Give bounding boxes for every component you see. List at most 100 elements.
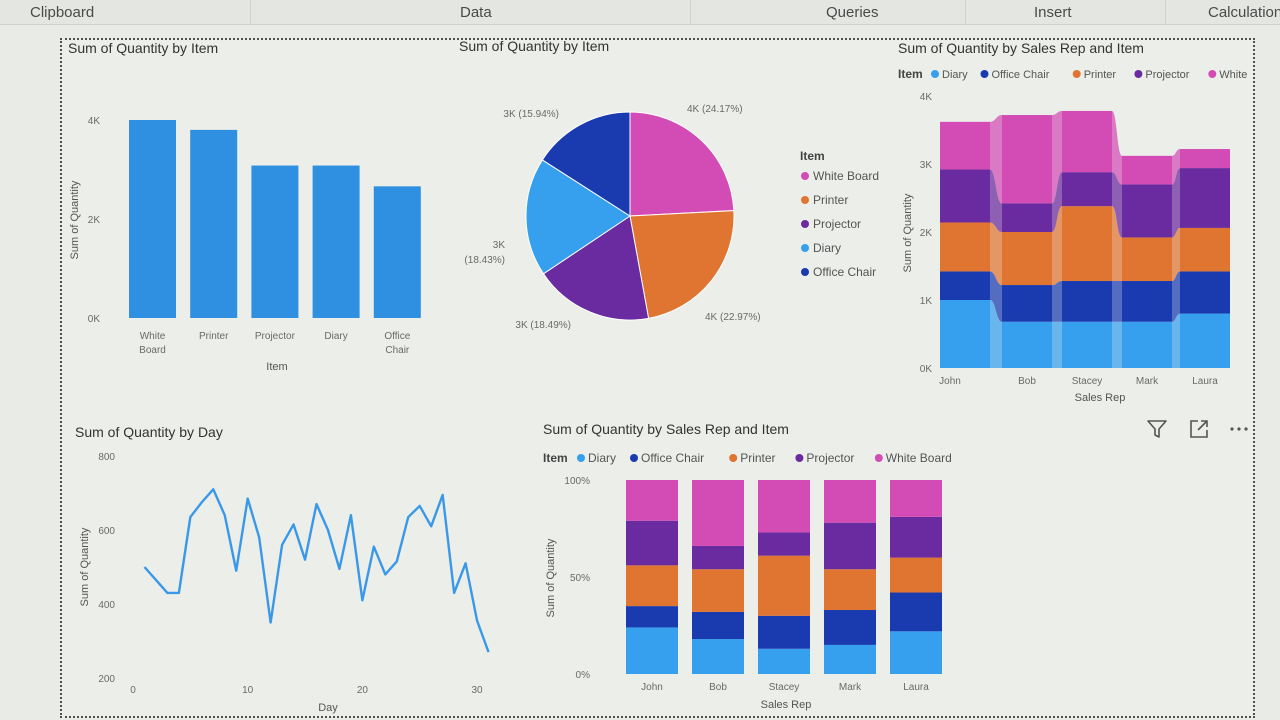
x-tick-label: Stacey xyxy=(1072,376,1103,387)
x-axis-label: Sales Rep xyxy=(761,699,812,711)
ribbon-segment xyxy=(1002,203,1052,232)
stacked-segment xyxy=(890,557,942,593)
pie-chart-visual[interactable]: Sum of Quantity by Item 4K (24.17%) 4K (2… xyxy=(455,38,890,358)
legend-item: Office Chair xyxy=(813,265,876,279)
stacked-segment xyxy=(890,480,942,517)
bar xyxy=(251,165,299,318)
more-options-icon[interactable] xyxy=(1228,418,1250,440)
legend-item: Diary xyxy=(588,451,616,465)
stacked-segment xyxy=(626,520,678,566)
x-tick-label: Laura xyxy=(903,682,929,693)
stacked-chart-svg: 0% 50% 100% Sum of Quantity Item Diary Office … xyxy=(543,451,952,711)
pie-data-label: 3K (15.94%) xyxy=(503,109,559,120)
y-tick-label: 200 xyxy=(98,674,115,685)
stacked-segment xyxy=(692,545,744,570)
line-series xyxy=(143,488,490,653)
stacked-segment xyxy=(692,611,744,640)
y-axis-label: Sum of Quantity xyxy=(69,180,81,259)
ribbon-segment xyxy=(1122,280,1172,322)
ribbon-segment xyxy=(940,271,990,300)
stacked-segment xyxy=(758,648,810,674)
y-tick-label: 3K xyxy=(920,160,933,171)
y-tick-label: 4K xyxy=(920,92,933,103)
y-tick-label: 50% xyxy=(570,573,590,584)
stacked-segment xyxy=(824,480,876,523)
stacked-segment xyxy=(692,569,744,612)
legend-marker xyxy=(1072,70,1081,78)
ribbon-chart-visual[interactable]: Sum of Quantity by Sales Rep and Item 0K… xyxy=(895,38,1250,410)
x-tick-label: John xyxy=(641,682,663,693)
pie-data-label: (18.43%) xyxy=(464,255,505,266)
bar xyxy=(312,165,360,318)
legend-marker xyxy=(729,454,738,462)
legend-item: Office Chair xyxy=(992,69,1050,81)
legend-item: Diary xyxy=(813,241,841,255)
y-tick-label: 2K xyxy=(88,215,101,226)
x-tick-label: White xyxy=(140,331,166,342)
legend-marker xyxy=(931,70,939,78)
legend-item: White Bo... xyxy=(1219,69,1250,81)
y-tick-label: 800 xyxy=(98,452,115,463)
y-tick-label: 0% xyxy=(576,670,591,681)
bar xyxy=(373,186,421,318)
focus-mode-icon[interactable] xyxy=(1188,418,1210,440)
y-axis-label: Sum of Quantity xyxy=(902,193,914,272)
ribbon-segment xyxy=(1180,168,1230,228)
ribbon-group-calculation[interactable]: Calculation xyxy=(1208,4,1280,21)
stacked-segment xyxy=(890,592,942,632)
ribbon-group-data[interactable]: Data xyxy=(460,4,492,21)
legend-marker xyxy=(801,268,809,276)
bar-chart-svg: 0K 2K 4K Sum of Quantity White Board Printer Pr… xyxy=(69,116,421,373)
ribbon-connector xyxy=(1172,313,1180,368)
y-axis-label: Sum of Quantity xyxy=(545,538,557,617)
line-chart-visual[interactable]: Sum of Quantity by Day 200 400 600 800 0 10 20… xyxy=(70,422,490,718)
legend-item: Diary xyxy=(942,69,968,81)
stacked-segment xyxy=(626,606,678,628)
ribbon-segment xyxy=(1062,206,1112,281)
x-tick-label: Bob xyxy=(1018,376,1036,387)
stacked-chart-visual[interactable]: Sum of Quantity by Sales Rep and Item 0%… xyxy=(538,418,978,718)
legend-item: Projector xyxy=(1145,69,1189,81)
stacked-segment xyxy=(824,609,876,645)
y-tick-label: 1K xyxy=(920,296,933,307)
ribbon-segment xyxy=(1062,280,1112,322)
filter-icon[interactable] xyxy=(1146,418,1168,440)
bar xyxy=(129,120,176,318)
x-tick-label: 0 xyxy=(130,685,136,696)
x-tick-label: Office xyxy=(384,331,410,342)
ribbon-segment xyxy=(1180,149,1230,169)
ribbon-group-insert[interactable]: Insert xyxy=(1034,4,1072,21)
y-tick-label: 600 xyxy=(98,526,115,537)
y-axis-label: Sum of Quantity xyxy=(79,527,91,606)
y-tick-label: 0K xyxy=(88,314,101,325)
y-tick-label: 100% xyxy=(564,476,590,487)
ribbon-group-clipboard[interactable]: Clipboard xyxy=(30,4,94,21)
legend-item: Printer xyxy=(740,451,775,465)
ribbon-segment xyxy=(1180,271,1230,314)
x-tick-label: Chair xyxy=(385,345,410,356)
legend-marker xyxy=(577,454,585,462)
pie-data-label: 4K (22.97%) xyxy=(705,312,761,323)
x-tick-label: Mark xyxy=(839,682,862,693)
ribbon-connector xyxy=(1052,321,1062,368)
stacked-segment xyxy=(758,555,810,616)
legend-marker xyxy=(980,70,989,78)
ribbon-segment xyxy=(1122,184,1172,238)
x-tick-label: Board xyxy=(139,345,166,356)
ribbon-connector xyxy=(1112,280,1122,322)
legend-title: Item xyxy=(800,149,825,163)
ribbon-segment xyxy=(1180,227,1230,272)
legend-marker xyxy=(630,454,638,462)
ribbon-segment xyxy=(940,121,990,170)
ribbon-segment xyxy=(1062,321,1112,368)
pie-data-label: 4K (24.17%) xyxy=(687,104,743,115)
ribbon-bar: Clipboard Data Queries Insert Calculatio… xyxy=(0,0,1280,25)
bar-chart-visual[interactable]: Sum of Quantity by Item 0K 2K 4K Sum of Qua… xyxy=(64,40,449,385)
ribbon-group-queries[interactable]: Queries xyxy=(826,4,879,21)
legend-marker xyxy=(801,172,809,180)
ribbon-segment xyxy=(1002,321,1052,368)
x-axis-label: Sales Rep xyxy=(1075,392,1126,404)
stacked-segment xyxy=(758,532,810,556)
bar xyxy=(190,129,238,318)
stacked-segment xyxy=(626,627,678,674)
